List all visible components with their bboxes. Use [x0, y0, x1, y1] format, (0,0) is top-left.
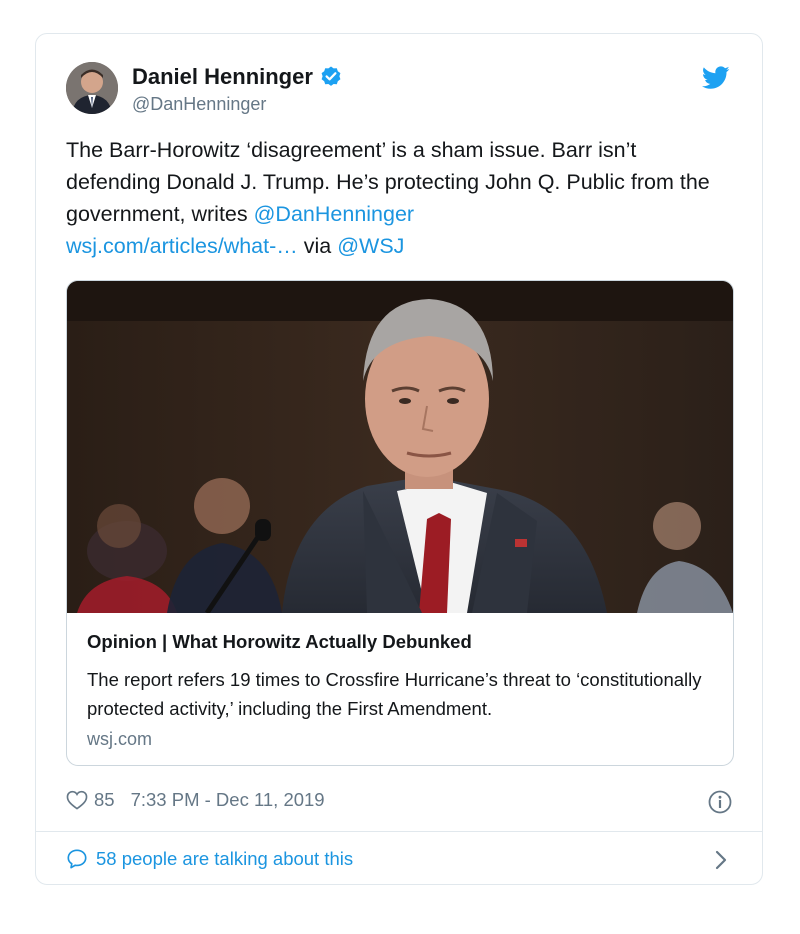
author-handle[interactable]: @DanHenninger — [132, 94, 266, 115]
article-description: The report refers 19 times to Crossfire … — [87, 669, 702, 719]
article-title: Opinion | What Horowitz Actually Debunke… — [87, 631, 472, 652]
article-url-link[interactable]: wsj.com/articles/what-… — [66, 234, 298, 258]
avatar-portrait — [66, 62, 118, 114]
verified-badge-icon — [321, 66, 341, 86]
timestamp[interactable]: 7:33 PM - Dec 11, 2019 — [131, 789, 325, 811]
article-photo — [67, 281, 733, 613]
divider — [36, 831, 762, 832]
avatar[interactable] — [66, 62, 118, 114]
conversation-count: 58 people are talking about this — [96, 848, 354, 869]
heart-icon[interactable] — [66, 790, 88, 810]
chevron-right-icon[interactable] — [714, 849, 728, 871]
author-name[interactable]: Daniel Henninger — [132, 64, 313, 90]
info-icon[interactable] — [708, 790, 732, 814]
author-row: Daniel Henninger — [132, 64, 343, 90]
tweet-card: Daniel Henninger @DanHenninger The Barr-… — [35, 33, 763, 885]
speech-bubble-icon — [67, 849, 87, 869]
mention-author-link[interactable]: @DanHenninger — [254, 202, 414, 226]
tweet-meta: 85 7:33 PM - Dec 11, 2019 — [66, 789, 325, 811]
conversation-link[interactable]: 58 people are talking about this — [66, 848, 353, 870]
tweet-text: The Barr-Horowitz ‘disagreement’ is a sh… — [66, 134, 736, 262]
mention-wsj-link[interactable]: @WSJ — [337, 234, 404, 258]
twitter-bird-icon[interactable] — [702, 66, 730, 90]
article-domain: wsj.com — [87, 729, 153, 749]
via-text: via — [297, 234, 338, 258]
like-count[interactable]: 85 — [94, 789, 115, 811]
link-preview-card[interactable]: Opinion | What Horowitz Actually Debunke… — [66, 280, 734, 766]
